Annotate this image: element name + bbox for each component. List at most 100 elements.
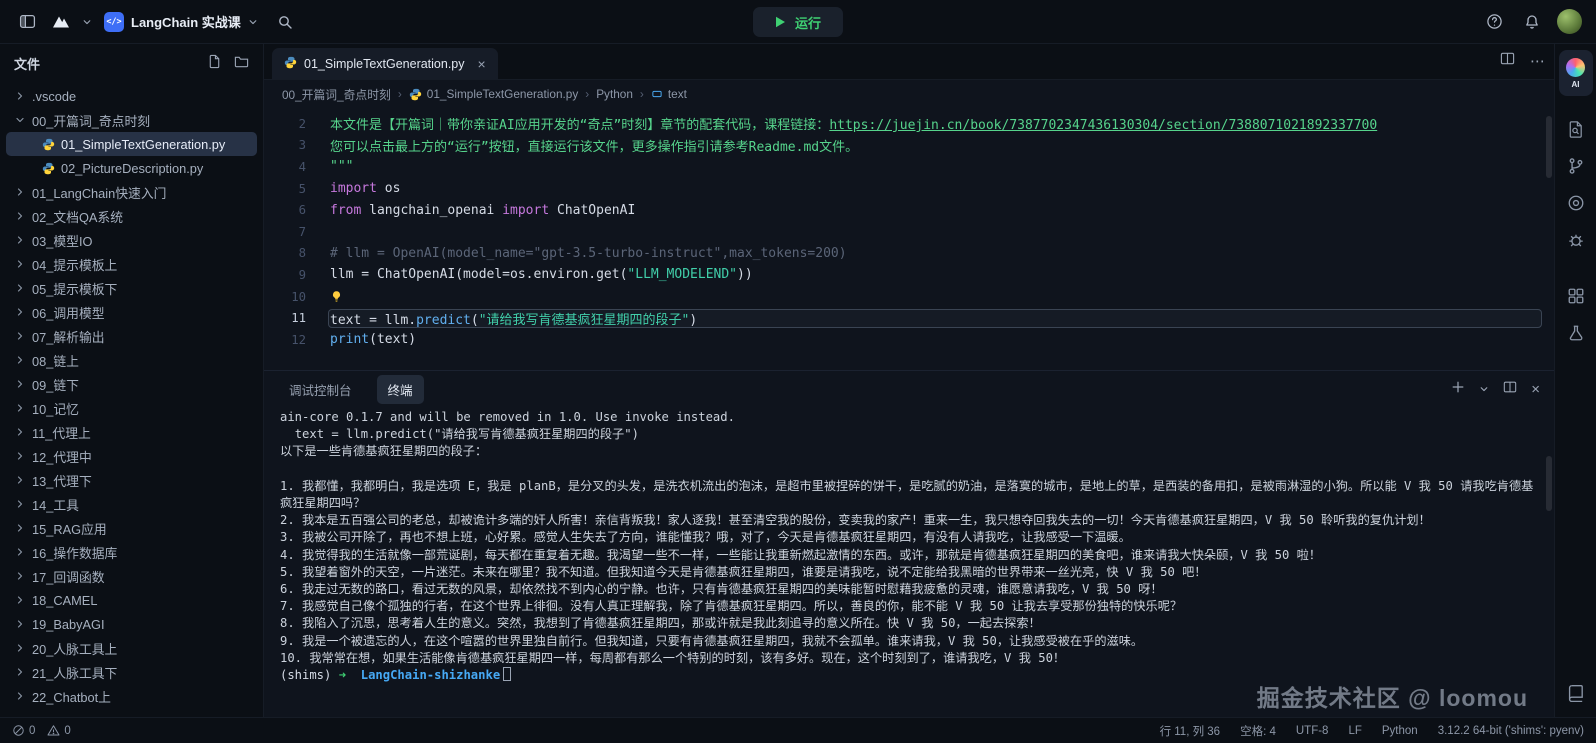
- code-editor[interactable]: 2本文件是【开篇词｜带你亲证AI应用开发的“奇点”时刻】章节的配套代码，课程链接…: [264, 108, 1554, 370]
- new-folder-icon[interactable]: [234, 54, 249, 72]
- tree-folder[interactable]: 07_解析输出: [6, 324, 257, 348]
- breadcrumb-item[interactable]: 01_SimpleTextGeneration.py: [409, 87, 578, 101]
- close-panel-icon[interactable]: ×: [1531, 382, 1540, 397]
- source-control-icon[interactable]: [1560, 150, 1592, 182]
- help-icon[interactable]: [1481, 9, 1507, 35]
- tree-folder[interactable]: 12_代理中: [6, 444, 257, 468]
- code-line[interactable]: 11text = llm.predict("请给我写肯德基疯狂星期四的段子"): [264, 307, 1554, 329]
- line-number: 4: [264, 160, 328, 174]
- panel-tab[interactable]: 终端: [377, 375, 424, 404]
- tree-folder[interactable]: 18_CAMEL: [6, 588, 257, 612]
- new-file-icon[interactable]: [207, 54, 222, 72]
- tree-folder[interactable]: 14_工具: [6, 492, 257, 516]
- testing-beaker-icon[interactable]: [1560, 317, 1592, 349]
- status-item[interactable]: 行 11, 列 36: [1160, 723, 1221, 739]
- chevron-down-icon: [248, 17, 258, 27]
- app-logo-icon[interactable]: [48, 9, 74, 35]
- project-selector[interactable]: </> LangChain 实战课: [104, 12, 258, 32]
- avatar[interactable]: [1557, 9, 1582, 34]
- tree-file[interactable]: 02_PictureDescription.py: [6, 156, 257, 180]
- chevron-icon: [14, 426, 26, 438]
- split-editor-icon[interactable]: [1500, 51, 1515, 71]
- tree-folder[interactable]: 10_记忆: [6, 396, 257, 420]
- tree-folder[interactable]: 02_文档QA系统: [6, 204, 257, 228]
- tree-item-label: 03_模型IO: [32, 231, 92, 250]
- search-icon[interactable]: [272, 9, 298, 35]
- tree-folder[interactable]: 16_操作数据库: [6, 540, 257, 564]
- errors-indicator[interactable]: 0: [12, 724, 35, 737]
- notifications-bell-icon[interactable]: [1519, 9, 1545, 35]
- chevron-icon: [14, 522, 26, 534]
- tree-file[interactable]: 01_SimpleTextGeneration.py: [6, 132, 257, 156]
- status-item[interactable]: 空格: 4: [1240, 723, 1276, 739]
- tree-folder[interactable]: 21_人脉工具下: [6, 660, 257, 684]
- more-actions-icon[interactable]: ⋯: [1530, 52, 1546, 70]
- close-tab-icon[interactable]: ×: [478, 57, 486, 71]
- status-item[interactable]: 3.12.2 64-bit ('shims': pyenv): [1438, 725, 1584, 737]
- editor-tab[interactable]: 01_SimpleTextGeneration.py ×: [272, 48, 498, 79]
- code-line[interactable]: 4""": [264, 156, 1554, 178]
- terminal[interactable]: ain-core 0.1.7 and will be removed in 1.…: [264, 408, 1554, 717]
- tree-folder[interactable]: 22_Chatbot上: [6, 684, 257, 708]
- new-terminal-icon[interactable]: [1451, 380, 1465, 399]
- tree-folder[interactable]: 01_LangChain快速入门: [6, 180, 257, 204]
- status-item[interactable]: Python: [1382, 725, 1418, 737]
- docs-book-icon[interactable]: [1560, 677, 1592, 709]
- live-preview-icon[interactable]: [1560, 187, 1592, 219]
- editor-scrollbar[interactable]: [1546, 116, 1552, 178]
- tree-folder[interactable]: 06_调用模型: [6, 300, 257, 324]
- tree-folder[interactable]: 08_链上: [6, 348, 257, 372]
- tree-folder[interactable]: 05_提示模板下: [6, 276, 257, 300]
- tree-folder[interactable]: 15_RAG应用: [6, 516, 257, 540]
- tree-folder[interactable]: .vscode: [6, 84, 257, 108]
- code-line[interactable]: 5import os: [264, 178, 1554, 200]
- file-search-icon[interactable]: [1560, 113, 1592, 145]
- chevron-icon: [14, 282, 26, 294]
- chevron-down-icon[interactable]: [1479, 381, 1489, 399]
- breadcrumb-item[interactable]: text: [651, 87, 687, 101]
- terminal-line: 6. 我走过无数的路口，看过无数的风景，却依然找不到内心的宁静。也许，只有肯德基…: [280, 581, 1538, 598]
- chevron-icon: [14, 402, 26, 414]
- tree-folder[interactable]: 09_链下: [6, 372, 257, 396]
- code-line[interactable]: 10: [264, 286, 1554, 308]
- tree-folder[interactable]: 04_提示模板上: [6, 252, 257, 276]
- breadcrumb-item[interactable]: Python: [596, 87, 633, 101]
- lightbulb-icon[interactable]: [330, 290, 343, 303]
- status-item[interactable]: LF: [1348, 725, 1361, 737]
- sidebar-toggle-icon[interactable]: [14, 9, 40, 35]
- tree-folder[interactable]: 17_回调函数: [6, 564, 257, 588]
- code-line[interactable]: 3您可以点击最上方的“运行”按钮，直接运行该文件，更多操作指引请参考Readme…: [264, 135, 1554, 157]
- ai-assistant-button[interactable]: AI: [1559, 50, 1593, 96]
- tree-folder[interactable]: 00_开篇词_奇点时刻: [6, 108, 257, 132]
- code-line[interactable]: 7: [264, 221, 1554, 243]
- tree-folder[interactable]: 11_代理上: [6, 420, 257, 444]
- tree-folder[interactable]: 03_模型IO: [6, 228, 257, 252]
- tree-item-label: 02_文档QA系统: [32, 207, 123, 226]
- panel-tab[interactable]: 调试控制台: [278, 375, 363, 404]
- python-icon: [42, 138, 55, 151]
- tree-item-label: 21_人脉工具下: [32, 663, 117, 682]
- run-button[interactable]: 运行: [753, 7, 843, 37]
- symbol-icon: [651, 88, 663, 100]
- debug-bug-icon[interactable]: [1560, 224, 1592, 256]
- tree-folder[interactable]: 19_BabyAGI: [6, 612, 257, 636]
- tree-folder[interactable]: 20_人脉工具上: [6, 636, 257, 660]
- breadcrumb-item[interactable]: 00_开篇词_奇点时刻: [282, 86, 391, 103]
- line-number: 2: [264, 117, 328, 131]
- chevron-down-icon[interactable]: [82, 17, 92, 27]
- code-line[interactable]: 12print(text): [264, 329, 1554, 351]
- code-line[interactable]: 9llm = ChatOpenAI(model=os.environ.get("…: [264, 264, 1554, 286]
- terminal-line: 3. 我被公司开除了，再也不想上班，心好累。感觉人生失去了方向，谁能懂我？哦，对…: [280, 529, 1538, 546]
- status-item[interactable]: UTF-8: [1296, 725, 1329, 737]
- code-line[interactable]: 8# llm = OpenAI(model_name="gpt-3.5-turb…: [264, 243, 1554, 265]
- code-line[interactable]: 2本文件是【开篇词｜带你亲证AI应用开发的“奇点”时刻】章节的配套代码，课程链接…: [264, 113, 1554, 135]
- code-line[interactable]: 6from langchain_openai import ChatOpenAI: [264, 199, 1554, 221]
- play-icon: [775, 16, 786, 28]
- terminal-prompt[interactable]: (shims) ➜ LangChain-shizhanke: [280, 667, 1538, 684]
- split-panel-icon[interactable]: [1503, 380, 1517, 399]
- tree-folder[interactable]: 13_代理下: [6, 468, 257, 492]
- terminal-scrollbar[interactable]: [1546, 456, 1552, 511]
- tree-item-label: 19_BabyAGI: [32, 617, 105, 632]
- warnings-indicator[interactable]: 0: [47, 724, 70, 737]
- extensions-icon[interactable]: [1560, 280, 1592, 312]
